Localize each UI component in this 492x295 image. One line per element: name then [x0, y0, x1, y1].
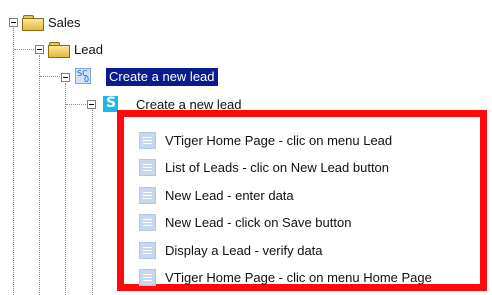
tree-guide-line — [92, 110, 93, 295]
list-item[interactable]: VTiger Home Page - clic on menu Home Pag… — [139, 268, 432, 286]
collapse-toggle-scenario[interactable] — [61, 73, 70, 82]
list-item[interactable]: VTiger Home Page - clic on menu Lead — [139, 131, 392, 149]
list-item[interactable]: New Lead - click on Save button — [139, 213, 351, 231]
collapse-toggle-lead[interactable] — [35, 45, 44, 54]
steps-highlight-box: VTiger Home Page - clic on menu Lead Lis… — [117, 110, 487, 291]
scenario-icon: SC 0 — [75, 68, 91, 84]
collapse-toggle-test-case[interactable] — [87, 100, 96, 109]
step-icon — [139, 268, 156, 286]
step-label: New Lead - enter data — [165, 187, 294, 203]
tree-guide-line — [14, 49, 34, 50]
step-label: VTiger Home Page - clic on menu Home Pag… — [165, 269, 432, 285]
tree-node-scenario[interactable]: Create a new lead — [106, 68, 218, 86]
folder-icon — [22, 15, 44, 31]
collapse-toggle-sales[interactable] — [9, 18, 18, 27]
tree-node-lead[interactable]: Lead — [74, 42, 103, 57]
step-label: List of Leads - clic on New Lead button — [165, 159, 390, 175]
step-icon — [139, 131, 156, 149]
step-label: Display a Lead - verify data — [165, 242, 323, 258]
folder-icon — [48, 42, 70, 58]
step-label: New Lead - click on Save button — [165, 214, 352, 230]
tree-guide-line — [13, 28, 14, 295]
list-item[interactable]: New Lead - enter data — [139, 186, 294, 204]
step-icon — [139, 158, 156, 176]
step-label: VTiger Home Page - clic on menu Lead — [165, 132, 393, 148]
tree-guide-line — [40, 76, 60, 77]
tree-guide-line — [39, 55, 40, 295]
tree-guide-line — [66, 104, 86, 105]
step-icon — [139, 213, 156, 231]
step-icon — [139, 241, 156, 259]
list-item[interactable]: Display a Lead - verify data — [139, 241, 323, 259]
tree-guide-line — [65, 83, 66, 295]
step-icon — [139, 186, 156, 204]
list-item[interactable]: List of Leads - clic on New Lead button — [139, 158, 389, 176]
test-case-icon — [103, 95, 118, 112]
tree-node-sales[interactable]: Sales — [48, 15, 81, 30]
